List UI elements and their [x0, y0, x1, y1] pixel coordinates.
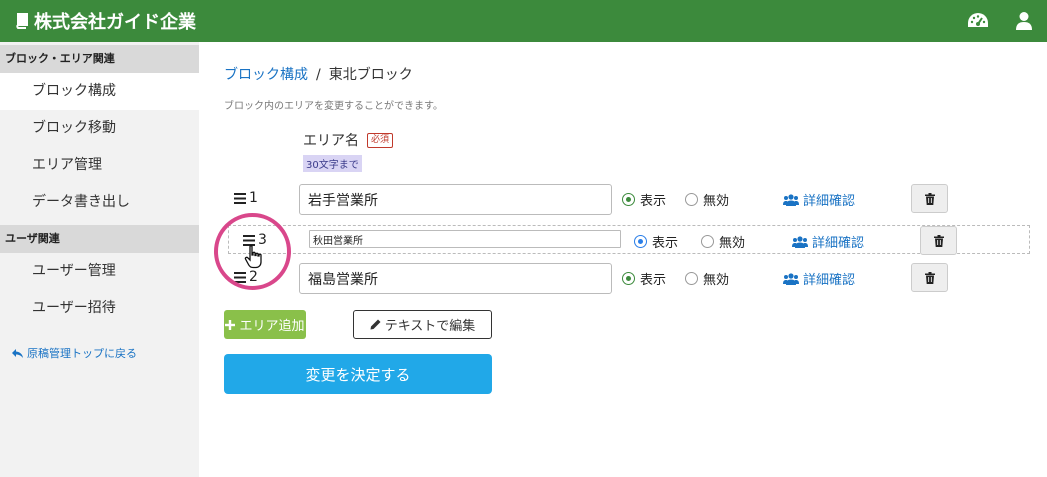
users-icon: [783, 272, 799, 285]
row-order: 1: [249, 190, 258, 206]
sidebar-item-block-move[interactable]: ブロック移動: [0, 110, 199, 147]
detail-label: 詳細確認: [803, 194, 856, 209]
breadcrumb-parent-link[interactable]: ブロック構成: [224, 67, 308, 83]
plus-icon: [225, 319, 236, 330]
sidebar-heading-user: ユーザ関連: [0, 225, 199, 253]
reply-arrow-icon: [12, 348, 23, 358]
display-label: 表示: [640, 194, 667, 209]
user-icon[interactable]: [1015, 11, 1033, 31]
detail-link[interactable]: 詳細確認: [783, 269, 855, 288]
add-area-label: エリア追加: [239, 319, 305, 334]
book-icon: [16, 13, 28, 29]
sidebar-item-user-management[interactable]: ユーザー管理: [0, 253, 199, 290]
detail-label: 詳細確認: [803, 273, 856, 288]
display-radio[interactable]: 表示: [622, 269, 666, 288]
area-name-input[interactable]: [299, 184, 612, 215]
hand-cursor-icon: [244, 245, 262, 269]
breadcrumb-current: 東北ブロック: [328, 67, 413, 83]
breadcrumb-separator: /: [316, 67, 321, 83]
radio-checked-icon: [622, 193, 635, 206]
area-name-input[interactable]: [309, 230, 621, 248]
radio-unchecked-icon: [685, 272, 698, 285]
sidebar: ブロック・エリア関連 ブロック構成 ブロック移動 エリア管理 データ書き出し ユ…: [0, 42, 199, 477]
sidebar-heading-block-area: ブロック・エリア関連: [0, 45, 199, 73]
bars-icon: [234, 192, 246, 204]
sidebar-item-data-export[interactable]: データ書き出し: [0, 184, 199, 221]
detail-link[interactable]: 詳細確認: [792, 232, 864, 251]
display-radio[interactable]: 表示: [622, 190, 666, 209]
display-label: 表示: [640, 273, 667, 288]
trash-icon: [933, 234, 944, 247]
disable-label: 無効: [703, 194, 730, 209]
pencil-icon: [370, 319, 381, 330]
sidebar-item-user-invite[interactable]: ユーザー招待: [0, 290, 199, 327]
brand[interactable]: 株式会社ガイド企業: [14, 8, 196, 34]
delete-button[interactable]: [911, 184, 948, 213]
sidebar-item-block-structure[interactable]: ブロック構成: [0, 73, 199, 110]
char-limit-hint: 30文字まで: [303, 155, 362, 172]
breadcrumb: ブロック構成 / 東北ブロック: [224, 64, 413, 84]
radio-checked-icon: [634, 235, 647, 248]
area-name-label-block: エリア名 必須 30文字まで: [303, 130, 394, 172]
required-badge: 必須: [367, 132, 394, 148]
edit-as-text-button[interactable]: テキストで編集: [353, 310, 492, 339]
area-name-input[interactable]: [299, 263, 612, 294]
top-bar: 株式会社ガイド企業: [0, 0, 1047, 42]
users-icon: [792, 235, 808, 248]
back-link-label: 原稿管理トップに戻る: [27, 347, 137, 360]
delete-button[interactable]: [911, 263, 948, 292]
submit-changes-button[interactable]: 変更を決定する: [224, 354, 492, 394]
main-content: ブロック構成 / 東北ブロック ブロック内のエリアを変更することができます。 エリア…: [199, 42, 1047, 477]
trash-icon: [924, 192, 935, 205]
trash-icon: [924, 271, 935, 284]
drag-handle[interactable]: 1: [234, 190, 258, 206]
detail-label: 詳細確認: [812, 236, 865, 251]
sidebar-item-area-management[interactable]: エリア管理: [0, 147, 199, 184]
dashboard-icon[interactable]: [967, 12, 989, 30]
display-label: 表示: [652, 236, 679, 251]
delete-button[interactable]: [920, 226, 957, 255]
edit-as-text-label: テキストで編集: [384, 319, 476, 334]
disable-radio[interactable]: 無効: [685, 269, 729, 288]
page-description: ブロック内のエリアを変更することができます。: [224, 101, 443, 112]
radio-checked-icon: [622, 272, 635, 285]
disable-label: 無効: [703, 273, 730, 288]
back-to-top-link[interactable]: 原稿管理トップに戻る: [12, 345, 199, 361]
display-radio[interactable]: 表示: [634, 232, 678, 251]
area-name-label: エリア名: [303, 133, 359, 149]
add-area-button[interactable]: エリア追加: [224, 310, 306, 339]
brand-name: 株式会社ガイド企業: [34, 12, 196, 33]
radio-unchecked-icon: [701, 235, 714, 248]
disable-radio[interactable]: 無効: [701, 232, 745, 251]
radio-unchecked-icon: [685, 193, 698, 206]
disable-label: 無効: [719, 236, 746, 251]
detail-link[interactable]: 詳細確認: [783, 190, 855, 209]
disable-radio[interactable]: 無効: [685, 190, 729, 209]
users-icon: [783, 193, 799, 206]
